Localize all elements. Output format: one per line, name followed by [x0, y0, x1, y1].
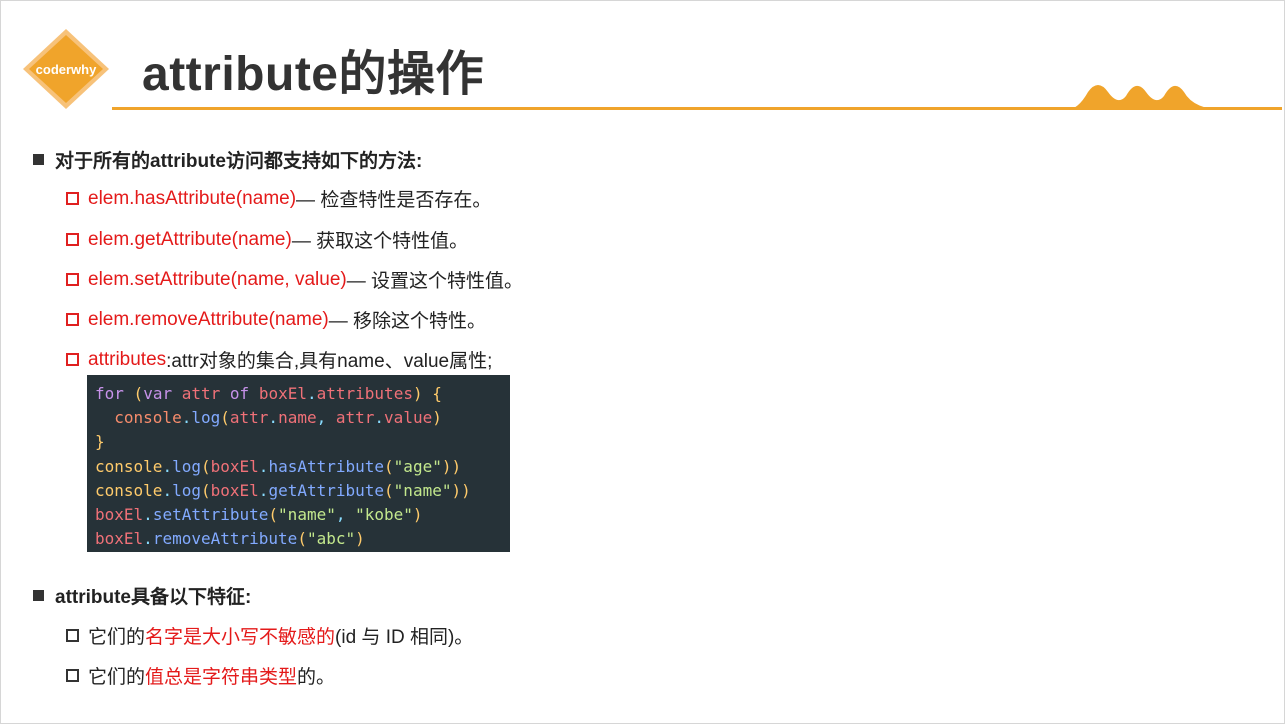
code-line: for (var attr of boxEl.attributes) { — [95, 384, 442, 403]
code-line: console.log(boxEl.getAttribute("name")) — [95, 480, 471, 500]
code-line: console.log(attr.name, attr.value) — [114, 408, 442, 428]
code-line: console.log(boxEl.hasAttribute("age")) — [95, 456, 462, 476]
section1-heading: 对于所有的attribute访问都支持如下的方法: — [33, 146, 422, 173]
bullet-box-icon — [66, 353, 79, 366]
coderwhy-logo: coderwhy — [23, 29, 109, 109]
bullet-box-icon — [66, 273, 79, 286]
page-title: attribute的操作 — [142, 48, 485, 101]
method-item-set-attribute: elem.setAttribute(name, value) — 设置这个特性值… — [66, 266, 523, 293]
bullet-box-icon — [66, 233, 79, 246]
code-block: for (var attr of boxEl.attributes) { con… — [87, 375, 510, 552]
bullet-square-icon — [33, 154, 44, 165]
bullet-square-icon — [33, 590, 44, 601]
code-line: boxEl.setAttribute("name", "kobe") — [95, 504, 423, 524]
section2-heading: attribute具备以下特征: — [33, 582, 251, 609]
bullet-box-icon — [66, 629, 79, 642]
bullet-box-icon — [66, 313, 79, 326]
method-item-get-attribute: elem.getAttribute(name) — 获取这个特性值。 — [66, 226, 468, 253]
bullet-box-icon — [66, 669, 79, 682]
method-item-remove-attribute: elem.removeAttribute(name) — 移除这个特性。 — [66, 306, 486, 333]
feature-item-case-insensitive: 它们的 名字是大小写不敏感的 (id 与 ID 相同)。 — [66, 622, 473, 649]
method-item-has-attribute: elem.hasAttribute(name) — 检查特性是否存在。 — [66, 185, 491, 212]
logo-text: coderwhy — [36, 62, 97, 77]
code-line: } — [95, 432, 105, 452]
code-line: boxEl.removeAttribute("abc") — [95, 529, 365, 549]
bullet-box-icon — [66, 192, 79, 205]
method-item-attributes: attributes :attr对象的集合,具有name、value属性; — [66, 346, 492, 373]
wave-decoration — [1066, 85, 1226, 110]
feature-item-string-values: 它们的 值总是字符串类型 的。 — [66, 662, 335, 689]
